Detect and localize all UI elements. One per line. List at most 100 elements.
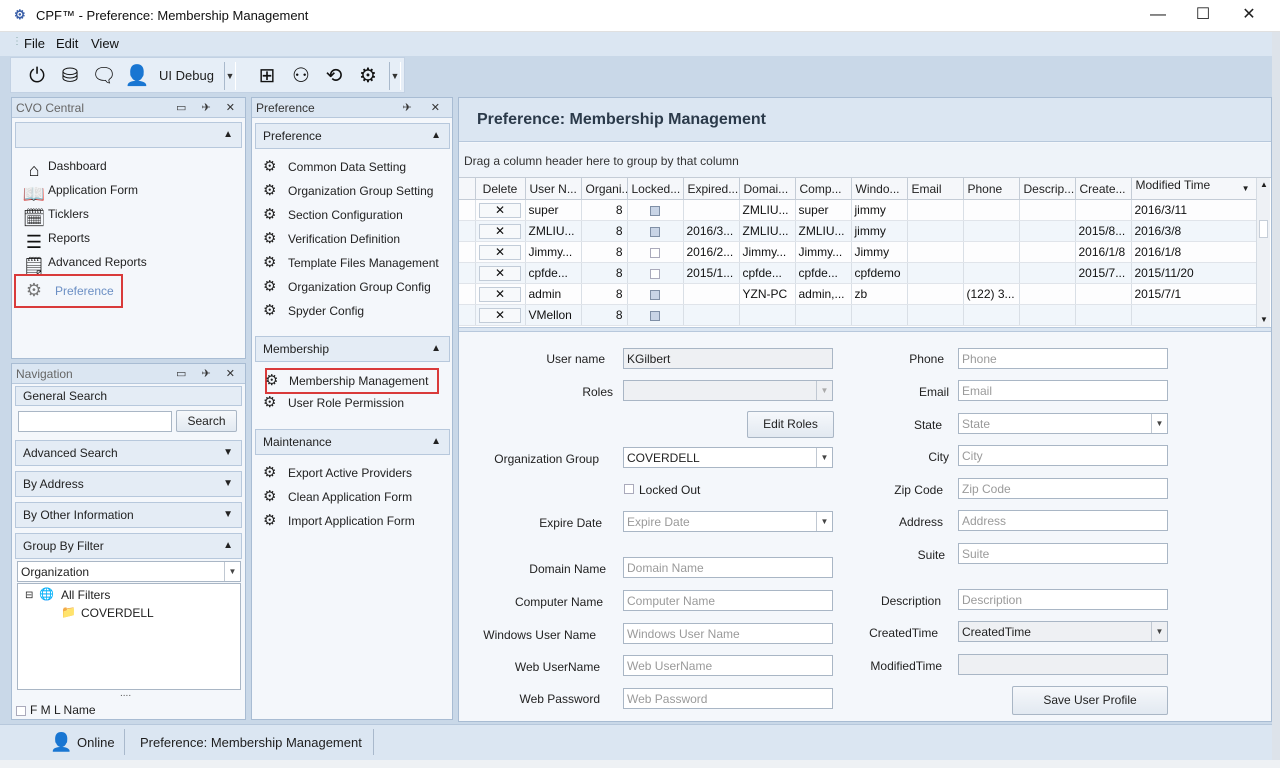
pref-org-group-setting[interactable]: ⚙ Organization Group Setting	[252, 179, 452, 203]
address-input[interactable]	[958, 510, 1168, 531]
delete-row-button[interactable]: ✕	[479, 244, 521, 260]
splitter[interactable]	[459, 327, 1271, 332]
windows-user-input[interactable]	[623, 623, 833, 644]
group-panel[interactable]: Drag a column header here to group by th…	[459, 143, 1271, 177]
group-filter-select[interactable]	[17, 561, 241, 582]
chevron-down-icon[interactable]: ▼	[224, 562, 240, 581]
computer-name-input[interactable]	[623, 590, 833, 611]
membership-section-header[interactable]: Membership ▲	[255, 336, 450, 362]
pref-common-data-setting[interactable]: ⚙ Common Data Setting	[252, 155, 452, 179]
toolbar-dropdown-2[interactable]: ▼	[389, 62, 401, 90]
panel-controls-icon[interactable]: ▭ ✈ ✕	[176, 98, 241, 118]
row-indicator[interactable]	[459, 304, 476, 326]
chevron-down-icon[interactable]: ▼	[1151, 622, 1167, 641]
pref-clean-application-form[interactable]: ⚙ Clean Application Form	[252, 485, 452, 509]
nav-preference[interactable]: ⚙ Preference	[14, 274, 123, 308]
pref-org-group-config[interactable]: ⚙ Organization Group Config	[252, 275, 452, 299]
chevron-down-icon[interactable]: ▼	[816, 512, 832, 531]
phone-input[interactable]	[958, 348, 1168, 369]
city-input[interactable]	[958, 445, 1168, 466]
column-header[interactable]: Domai...	[739, 178, 796, 200]
org-group-select[interactable]	[623, 447, 833, 468]
column-header[interactable]: Locked...	[627, 178, 684, 200]
table-row[interactable]: ✕ Jimmy... 8 2016/2... Jimmy... Jimmy... Jimmy…	[459, 241, 1257, 263]
created-time-select[interactable]	[958, 621, 1168, 642]
general-search-header[interactable]: General Search	[15, 386, 242, 406]
suite-input[interactable]	[958, 543, 1168, 564]
locked-checkbox[interactable]	[650, 247, 660, 258]
column-header[interactable]: Delete	[475, 178, 526, 200]
pref-verification-definition[interactable]: ⚙ Verification Definition	[252, 227, 452, 251]
locked-checkbox[interactable]	[650, 226, 660, 237]
state-select[interactable]	[958, 413, 1168, 434]
menu-edit[interactable]: Edit	[56, 36, 78, 51]
save-user-profile-button[interactable]: Save User Profile	[1012, 686, 1168, 715]
locked-checkbox[interactable]	[650, 205, 660, 216]
pref-section-configuration[interactable]: ⚙ Section Configuration	[252, 203, 452, 227]
table-row[interactable]: ✕ VMellon 8	[459, 304, 1257, 326]
modified-time-input[interactable]	[958, 654, 1168, 675]
pref-user-role-permission[interactable]: ⚙ User Role Permission	[252, 391, 452, 415]
chevron-down-icon[interactable]: ▼	[1151, 414, 1167, 433]
by-address-header[interactable]: By Address ▼	[15, 471, 242, 497]
chevron-down-icon[interactable]: ▼	[816, 448, 832, 467]
scroll-thumb[interactable]	[1259, 220, 1268, 238]
web-username-input[interactable]	[623, 655, 833, 676]
edit-roles-button[interactable]: Edit Roles	[747, 411, 834, 438]
database-icon[interactable]: ⛁	[56, 62, 84, 90]
fml-checkbox[interactable]	[16, 706, 26, 716]
menu-view[interactable]: View	[91, 36, 119, 51]
roles-select[interactable]	[623, 380, 833, 401]
column-header[interactable]: Expired...	[683, 178, 740, 200]
locked-checkbox[interactable]	[650, 310, 660, 321]
nav-application-form[interactable]: 📖 Application Form	[12, 178, 245, 204]
user-name-input[interactable]	[623, 348, 833, 369]
search-button[interactable]: Search	[176, 410, 237, 432]
settings-icon[interactable]: ⚙	[354, 62, 382, 90]
minimize-button[interactable]: —	[1135, 0, 1181, 32]
table-row[interactable]: ✕ ZMLIU... 8 2016/3... ZMLIU... ZMLIU... jimmy…	[459, 220, 1257, 242]
locked-out-checkbox[interactable]	[624, 484, 634, 494]
row-indicator[interactable]	[459, 262, 476, 284]
close-button[interactable]: ✕	[1226, 0, 1272, 32]
maximize-button[interactable]: ☐	[1180, 0, 1226, 32]
column-header[interactable]: User N...	[525, 178, 582, 200]
by-other-info-header[interactable]: By Other Information ▼	[15, 502, 242, 528]
row-indicator[interactable]	[459, 220, 476, 242]
delete-row-button[interactable]: ✕	[479, 223, 521, 239]
pref-import-application-form[interactable]: ⚙ Import Application Form	[252, 509, 452, 533]
nav-advanced-reports[interactable]: 🗒 Advanced Reports	[12, 250, 245, 276]
email-input[interactable]	[958, 380, 1168, 401]
panel-controls-icon[interactable]: ▭ ✈ ✕	[176, 364, 241, 384]
chat-icon[interactable]: 🗨	[90, 62, 118, 90]
toolbar-dropdown-1[interactable]: ▼	[224, 62, 236, 90]
group-by-filter-header[interactable]: Group By Filter ▲	[15, 533, 242, 559]
delete-row-button[interactable]: ✕	[479, 307, 521, 323]
column-header[interactable]: Comp...	[795, 178, 852, 200]
resize-grip[interactable]: ....	[120, 688, 131, 699]
column-header[interactable]: Windo...	[851, 178, 908, 200]
maintenance-section-header[interactable]: Maintenance ▲	[255, 429, 450, 455]
column-header[interactable]: Phone	[963, 178, 1020, 200]
grid-icon[interactable]: ⊞	[253, 62, 281, 90]
nav-reports[interactable]: ☰ Reports	[12, 226, 245, 252]
delete-row-button[interactable]: ✕	[479, 265, 521, 281]
row-indicator[interactable]	[459, 283, 476, 305]
nav-ticklers[interactable]: 🗓 Ticklers	[12, 202, 245, 228]
table-row[interactable]: ✕ cpfde... 8 2015/1... cpfde... cpfde... cpfde…	[459, 262, 1257, 284]
description-input[interactable]	[958, 589, 1168, 610]
ui-debug-button[interactable]: UI Debug	[159, 68, 214, 83]
collapse-icon[interactable]: ⊟	[25, 590, 33, 601]
nav-dashboard[interactable]: ⌂ Dashboard	[12, 154, 245, 180]
tree-child-label[interactable]: COVERDELL	[81, 606, 154, 620]
chevron-down-icon[interactable]: ▼	[816, 381, 832, 400]
row-indicator[interactable]	[459, 241, 476, 263]
column-header[interactable]: Create...	[1075, 178, 1132, 200]
row-indicator[interactable]	[459, 199, 476, 221]
delete-row-button[interactable]: ✕	[479, 286, 521, 302]
locked-checkbox[interactable]	[650, 289, 660, 300]
menu-file[interactable]: File	[24, 36, 45, 51]
sort-desc-icon[interactable]: ▼	[1242, 178, 1250, 199]
locked-checkbox[interactable]	[650, 268, 660, 279]
panel-controls-icon[interactable]: ✈ ✕	[403, 98, 449, 118]
